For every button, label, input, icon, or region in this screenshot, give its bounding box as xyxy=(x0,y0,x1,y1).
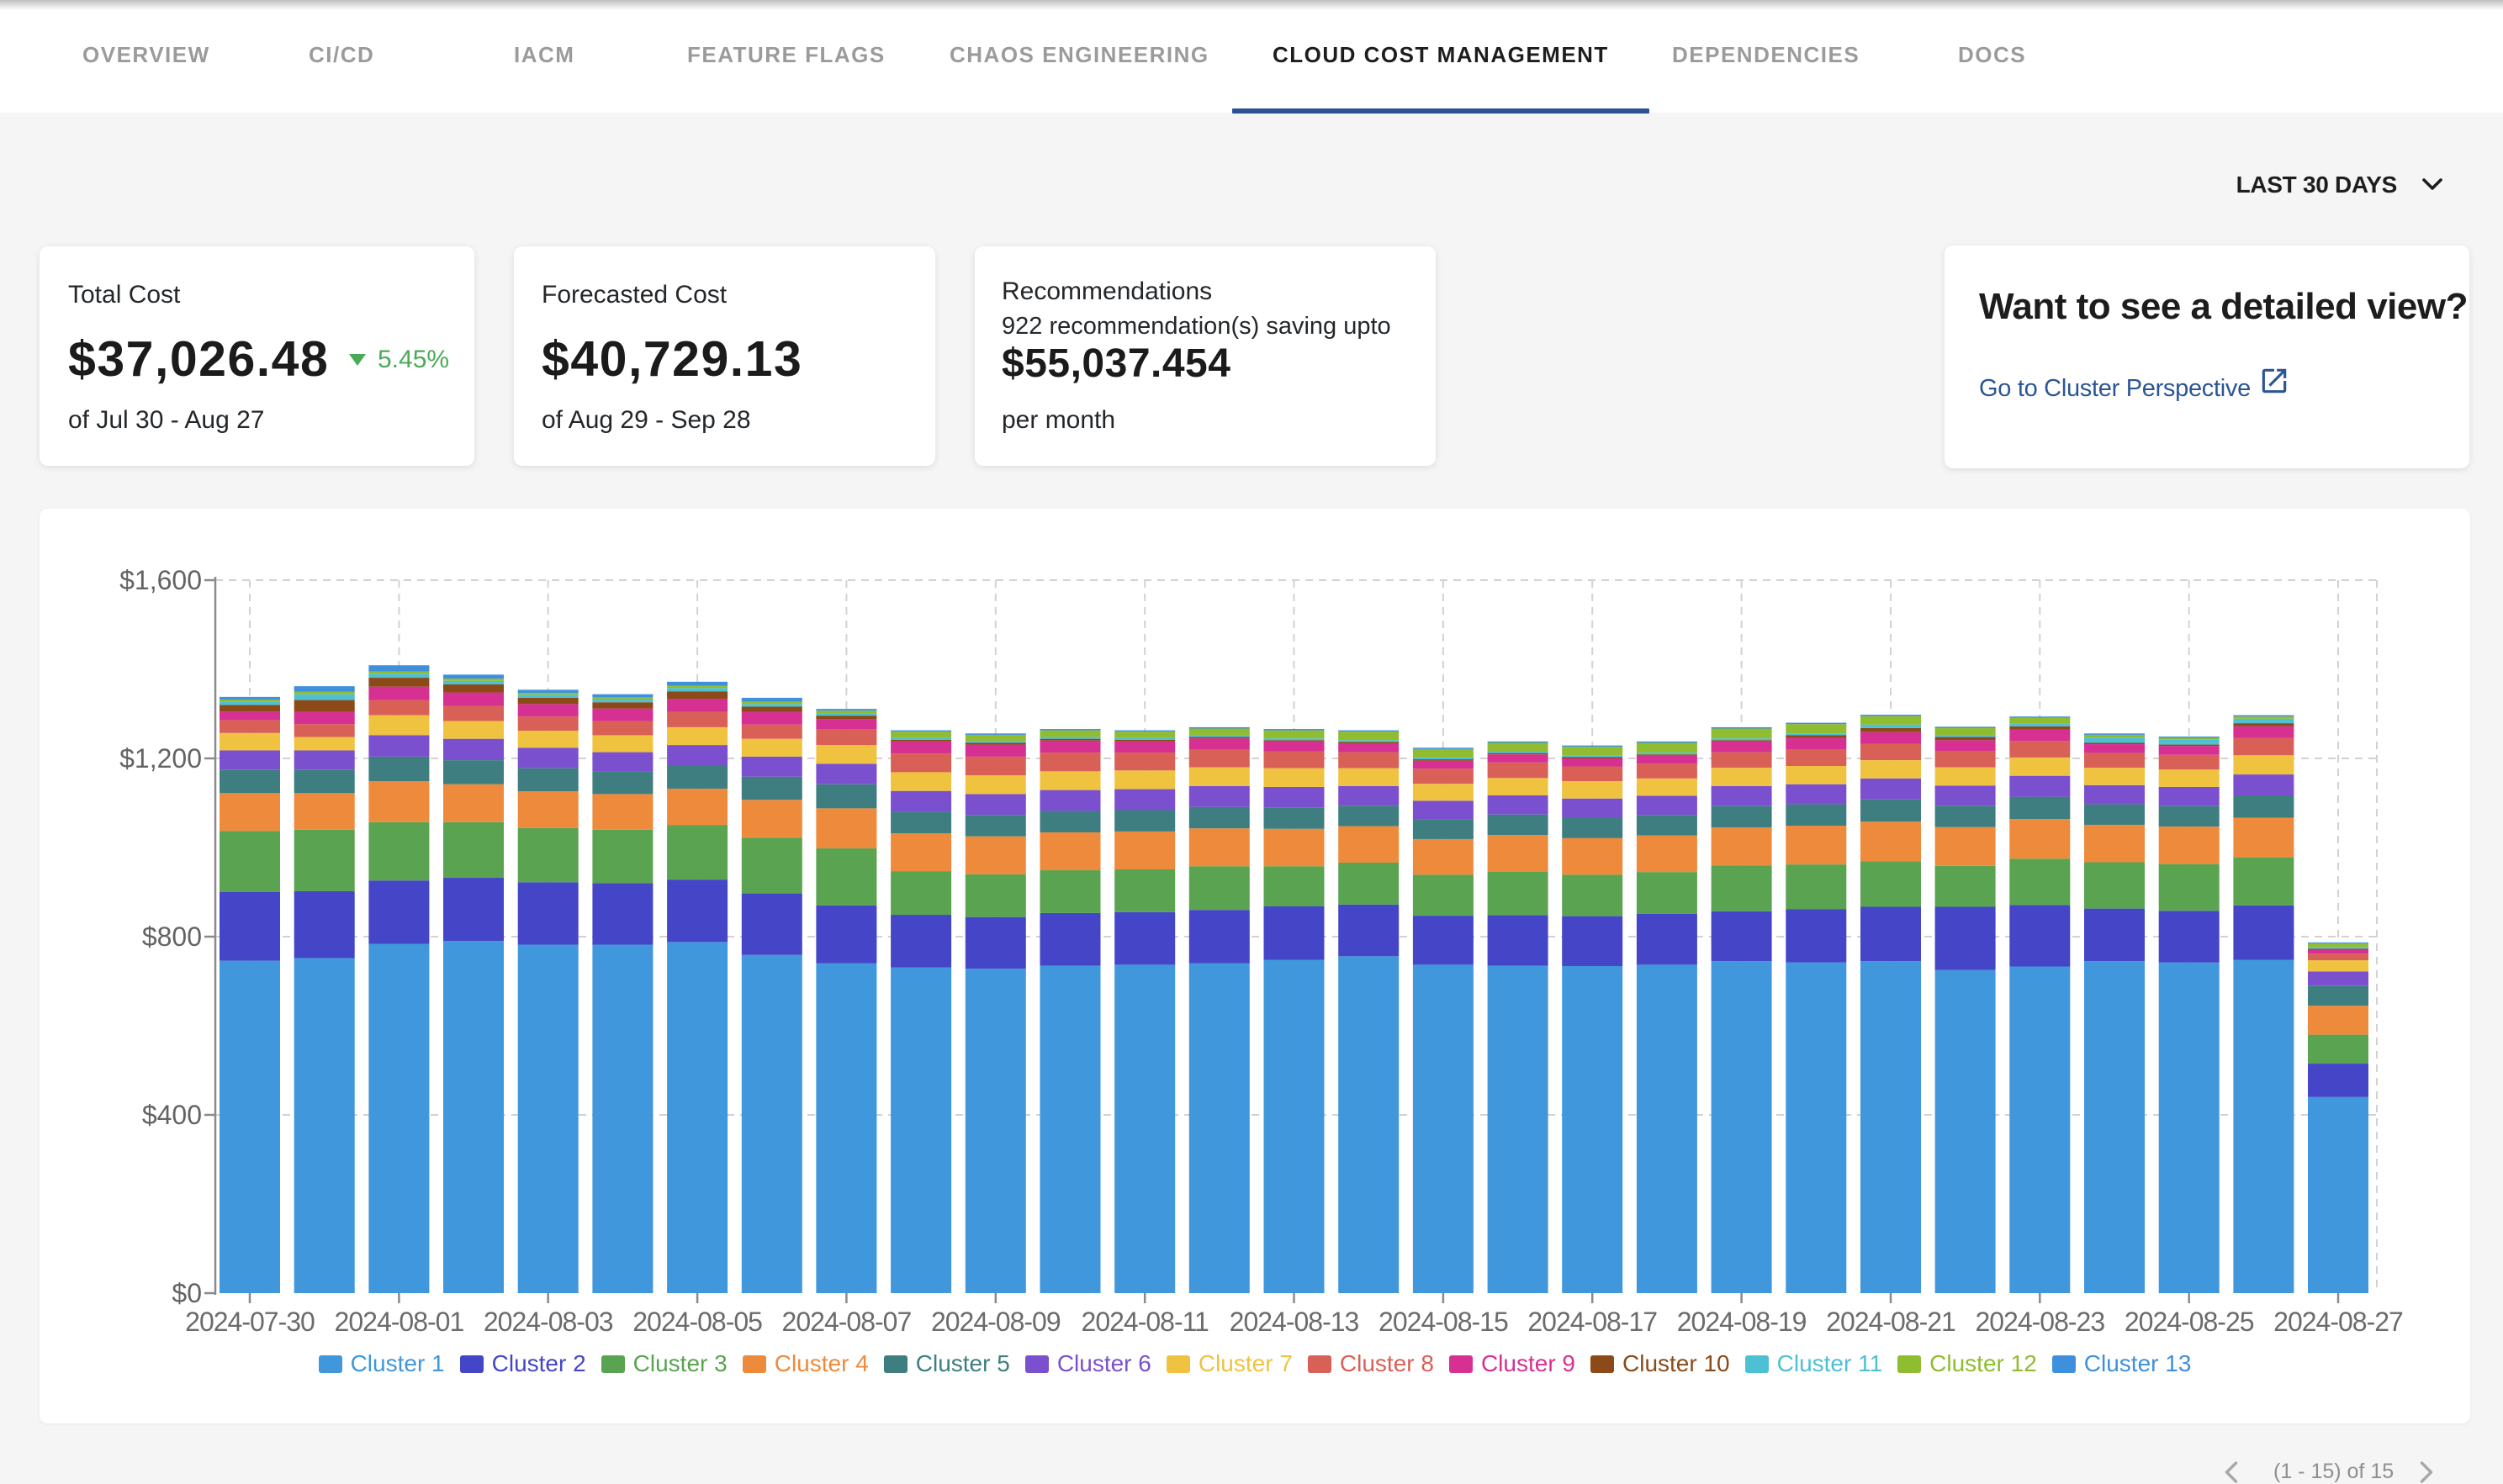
svg-text:$1,200: $1,200 xyxy=(119,743,202,774)
svg-text:2024-08-17: 2024-08-17 xyxy=(1527,1307,1657,1337)
svg-text:2024-08-15: 2024-08-15 xyxy=(1379,1307,1508,1337)
svg-text:2024-07-30: 2024-07-30 xyxy=(185,1307,315,1337)
svg-text:$1,600: $1,600 xyxy=(119,565,202,595)
svg-text:$400: $400 xyxy=(142,1100,202,1130)
svg-text:$800: $800 xyxy=(142,922,202,952)
svg-text:2024-08-01: 2024-08-01 xyxy=(335,1307,464,1337)
svg-text:$0: $0 xyxy=(172,1278,202,1308)
svg-text:2024-08-11: 2024-08-11 xyxy=(1082,1307,1209,1337)
svg-text:2024-08-19: 2024-08-19 xyxy=(1677,1307,1807,1337)
svg-text:2024-08-23: 2024-08-23 xyxy=(1975,1307,2104,1337)
svg-text:2024-08-21: 2024-08-21 xyxy=(1826,1307,1955,1337)
svg-text:2024-08-07: 2024-08-07 xyxy=(782,1307,912,1337)
svg-text:2024-08-09: 2024-08-09 xyxy=(931,1307,1061,1337)
svg-text:2024-08-27: 2024-08-27 xyxy=(2273,1307,2403,1337)
svg-text:2024-08-25: 2024-08-25 xyxy=(2125,1307,2254,1337)
svg-text:2024-08-05: 2024-08-05 xyxy=(632,1307,762,1337)
svg-text:2024-08-13: 2024-08-13 xyxy=(1230,1307,1359,1337)
svg-text:2024-08-03: 2024-08-03 xyxy=(484,1307,613,1337)
